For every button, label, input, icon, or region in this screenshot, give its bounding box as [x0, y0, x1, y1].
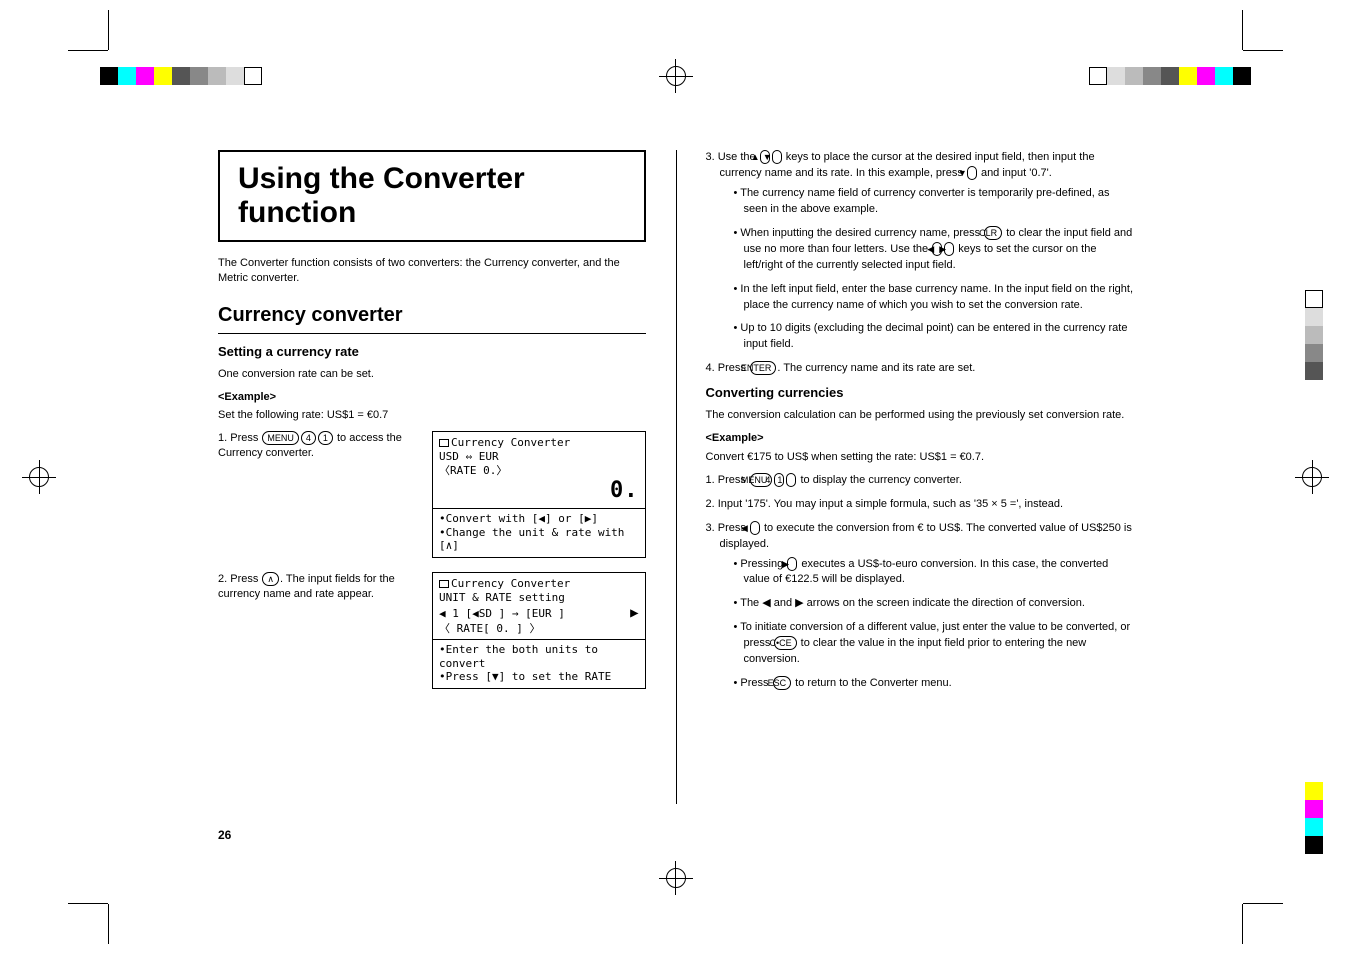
list-item: The currency name field of currency conv… [734, 186, 1134, 218]
registration-top [0, 62, 1351, 90]
example-label: <Example> [706, 431, 1134, 446]
key-4-icon: 4 [301, 431, 316, 445]
body-text: One conversion rate can be set. [218, 367, 646, 382]
screen-hint: •Enter the both units to convert [439, 643, 639, 671]
subsection-heading: Setting a currency rate [218, 344, 646, 359]
page-title-box: Using the Converter function [218, 150, 646, 242]
device-screen-2: Currency Converter UNIT & RATE setting ◀… [432, 572, 646, 689]
section-rule [218, 333, 646, 334]
list-item: When inputting the desired currency name… [734, 226, 1134, 274]
right-column: 3. Use the ▲▼ keys to place the cursor a… [706, 150, 1134, 854]
crop-mark [68, 10, 128, 70]
screen-text: USD ⇔ EUR [439, 450, 639, 464]
page-number: 26 [218, 828, 231, 842]
left-key-icon: ◀ [750, 521, 760, 535]
step-2: 2. Press ∧. The input fields for the cur… [218, 572, 646, 689]
tab-icon [439, 439, 449, 447]
screen-hint: •Change the unit & rate with [∧] [439, 526, 639, 554]
body-text: Convert €175 to US$ when setting the rat… [706, 450, 1134, 465]
step-text: and input '0.7'. [978, 167, 1052, 179]
device-screen-1: Currency Converter USD ⇔ EUR 〈RATE 0.〉 0… [432, 431, 646, 558]
left-column: Using the Converter function The Convert… [218, 150, 646, 854]
registration-bottom [0, 864, 1351, 892]
key-1-icon: 1 [318, 431, 333, 445]
conv-step-3: 3. Press ◀ to execute the conversion fro… [706, 521, 1134, 692]
step-4: 4. Press ENTER. The currency name and it… [706, 361, 1134, 377]
down-key-icon: ▼ [772, 150, 782, 164]
step-1: 1. Press MENU41 to access the Currency c… [218, 431, 646, 558]
step-text: 1. Press [218, 432, 261, 444]
conv-step-1: 1. Press MENU41 to display the currency … [706, 473, 1134, 489]
menu-key-icon: MENU [262, 431, 299, 445]
clr-key-icon: CLR [984, 226, 1002, 240]
screen-text: ◀ 1 [◀SD ] → [EUR ] [439, 607, 626, 621]
screen-hint: •Press [▼] to set the RATE [439, 670, 639, 684]
screen-text: Currency Converter [451, 577, 570, 590]
cce-key-icon: C•CE [774, 636, 796, 650]
list-item: Up to 10 digits (excluding the decimal p… [734, 321, 1134, 353]
screen-hint: •Convert with [◀] or [▶] [439, 512, 639, 526]
conv-step-2: 2. Input '175'. You may input a simple f… [706, 497, 1134, 513]
crop-mark [1223, 10, 1283, 70]
color-bars-right [1305, 782, 1323, 854]
body-text: The conversion calculation can be perfor… [706, 408, 1134, 423]
crosshair-icon [1295, 460, 1329, 494]
list-item: The ◀ and ▶ arrows on the screen indicat… [734, 596, 1134, 612]
step-text: 2. Press [218, 573, 261, 585]
up-key-icon: ∧ [262, 572, 279, 586]
esc-key-icon: ESC [773, 676, 792, 690]
screen-text: Currency Converter [451, 436, 570, 449]
example-label: <Example> [218, 390, 646, 405]
down-key-icon: ▼ [967, 166, 977, 180]
screen-text: 〈RATE 0.〉 [439, 464, 639, 478]
body-text: Set the following rate: US$1 = €0.7 [218, 408, 646, 423]
right-key-icon: ▶ [787, 557, 797, 571]
list-item: Press ESC to return to the Converter men… [734, 676, 1134, 692]
page-content: Using the Converter function The Convert… [218, 150, 1133, 854]
intro-text: The Converter function consists of two c… [218, 256, 646, 286]
crosshair-icon [659, 861, 693, 895]
crop-mark [1223, 884, 1283, 944]
crop-mark [68, 884, 128, 944]
screen-text: 〈 RATE[ 0. ] 〉 [439, 622, 639, 636]
right-key-icon: ▶ [944, 242, 954, 256]
crosshair-icon [22, 460, 56, 494]
step-text: . The currency name and its rate are set… [777, 362, 975, 374]
right-arrow-icon: ▶ [630, 605, 638, 623]
screen-text: UNIT & RATE setting [439, 591, 639, 605]
subsection-heading: Converting currencies [706, 385, 1134, 400]
key-1-icon: 1 [786, 473, 796, 487]
page-title: Using the Converter function [238, 162, 626, 230]
screen-value: 0. [439, 477, 639, 505]
color-bars-right [1305, 290, 1323, 380]
list-item: In the left input field, enter the base … [734, 282, 1134, 314]
crosshair-icon [659, 59, 693, 93]
enter-key-icon: ENTER [750, 361, 777, 375]
step-3: 3. Use the ▲▼ keys to place the cursor a… [706, 150, 1134, 353]
list-item: Pressing ▶ executes a US$-to-euro conver… [734, 557, 1134, 589]
tab-icon [439, 580, 449, 588]
section-heading: Currency converter [218, 304, 646, 327]
list-item: To initiate conversion of a different va… [734, 620, 1134, 668]
